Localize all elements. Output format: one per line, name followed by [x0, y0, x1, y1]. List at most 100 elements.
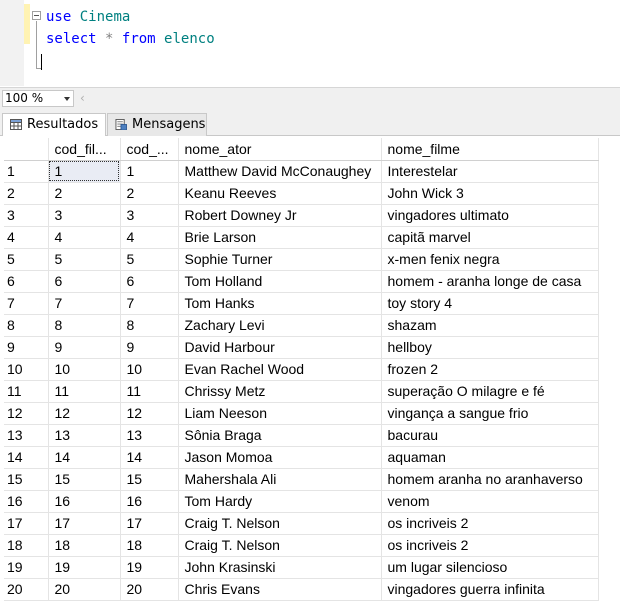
row-number[interactable]: 13 — [4, 424, 49, 447]
code-line-1[interactable]: use Cinema — [46, 8, 130, 26]
grid-cell[interactable]: Jason Momoa — [178, 446, 382, 469]
grid-cell[interactable]: 14 — [48, 446, 121, 469]
grid-cell[interactable]: 7 — [120, 292, 179, 315]
table-row[interactable]: 17 17 17 Craig T. Nelson os incriveis 2 — [4, 512, 599, 535]
table-row[interactable]: 14 14 14 Jason Momoa aquaman — [4, 446, 599, 469]
table-row[interactable]: 8 8 8 Zachary Levi shazam — [4, 314, 599, 337]
grid-cell[interactable]: 19 — [120, 556, 179, 579]
column-header[interactable]: nome_filme — [381, 138, 599, 161]
grid-cell[interactable]: bacurau — [381, 424, 599, 447]
grid-cell[interactable]: 20 — [120, 578, 179, 601]
grid-cell[interactable]: x-men fenix negra — [381, 248, 599, 271]
grid-cell[interactable]: Interestelar — [381, 160, 599, 183]
grid-cell[interactable]: Chrissy Metz — [178, 380, 382, 403]
table-row[interactable]: 6 6 6 Tom Holland homem - aranha longe de ca… — [4, 270, 599, 293]
grid-cell[interactable]: Zachary Levi — [178, 314, 382, 337]
code-line-2[interactable]: select * from elenco — [46, 30, 215, 48]
scroll-left-icon[interactable]: ‹ — [80, 91, 85, 106]
grid-cell[interactable]: Brie Larson — [178, 226, 382, 249]
table-row[interactable]: 13 13 13 Sônia Braga bacurau — [4, 424, 599, 447]
grid-cell[interactable]: 10 — [120, 358, 179, 381]
grid-cell[interactable]: 6 — [120, 270, 179, 293]
row-number[interactable]: 5 — [4, 248, 49, 271]
grid-cell[interactable]: Craig T. Nelson — [178, 534, 382, 557]
grid-corner[interactable] — [4, 138, 49, 161]
grid-cell[interactable]: 18 — [120, 534, 179, 557]
table-row[interactable]: 16 16 16 Tom Hardy venom — [4, 490, 599, 513]
grid-cell[interactable]: superação O milagre e fé — [381, 380, 599, 403]
grid-cell[interactable]: shazam — [381, 314, 599, 337]
grid-cell[interactable]: 20 — [48, 578, 121, 601]
grid-cell[interactable]: 5 — [120, 248, 179, 271]
grid-cell[interactable]: 9 — [120, 336, 179, 359]
row-number[interactable]: 18 — [4, 534, 49, 557]
grid-cell[interactable]: 11 — [120, 380, 179, 403]
grid-cell[interactable]: hellboy — [381, 336, 599, 359]
table-row[interactable]: 19 19 19 John Krasinski um lugar silencioso — [4, 556, 599, 579]
zoom-select[interactable]: 100 % — [2, 90, 74, 107]
grid-cell[interactable]: Craig T. Nelson — [178, 512, 382, 535]
grid-cell[interactable]: John Krasinski — [178, 556, 382, 579]
grid-cell[interactable]: frozen 2 — [381, 358, 599, 381]
grid-cell[interactable]: 17 — [48, 512, 121, 535]
column-header[interactable]: cod_fil... — [48, 138, 121, 161]
grid-cell[interactable]: toy story 4 — [381, 292, 599, 315]
grid-cell[interactable]: 4 — [48, 226, 121, 249]
grid-cell[interactable]: Sônia Braga — [178, 424, 382, 447]
grid-cell[interactable]: Liam Neeson — [178, 402, 382, 425]
grid-cell[interactable]: 12 — [120, 402, 179, 425]
column-header[interactable]: cod_... — [120, 138, 179, 161]
grid-cell[interactable]: vingadores guerra infinita — [381, 578, 599, 601]
grid-cell[interactable]: 8 — [120, 314, 179, 337]
table-row[interactable]: 12 12 12 Liam Neeson vingança a sangue frio — [4, 402, 599, 425]
grid-cell[interactable]: Tom Hardy — [178, 490, 382, 513]
grid-cell[interactable]: 1 — [48, 160, 121, 183]
grid-cell[interactable]: 11 — [48, 380, 121, 403]
grid-cell[interactable]: Robert Downey Jr — [178, 204, 382, 227]
grid-cell[interactable]: Mahershala Ali — [178, 468, 382, 491]
row-number[interactable]: 7 — [4, 292, 49, 315]
tab-resultados[interactable]: Resultados — [2, 113, 106, 136]
grid-cell[interactable]: 8 — [48, 314, 121, 337]
grid-cell[interactable]: 16 — [48, 490, 121, 513]
grid-cell[interactable]: venom — [381, 490, 599, 513]
grid-cell[interactable]: 14 — [120, 446, 179, 469]
row-number[interactable]: 6 — [4, 270, 49, 293]
grid-cell[interactable]: aquaman — [381, 446, 599, 469]
grid-cell[interactable]: Sophie Turner — [178, 248, 382, 271]
grid-cell[interactable]: Matthew David McConaughey — [178, 160, 382, 183]
row-number[interactable]: 1 — [4, 160, 49, 183]
grid-cell[interactable]: John Wick 3 — [381, 182, 599, 205]
grid-cell[interactable]: 13 — [48, 424, 121, 447]
grid-cell[interactable]: 7 — [48, 292, 121, 315]
grid-cell[interactable]: 10 — [48, 358, 121, 381]
grid-cell[interactable]: 2 — [120, 182, 179, 205]
row-number[interactable]: 17 — [4, 512, 49, 535]
grid-cell[interactable]: 17 — [120, 512, 179, 535]
table-row[interactable]: 18 18 18 Craig T. Nelson os incriveis 2 — [4, 534, 599, 557]
table-row[interactable]: 5 5 5 Sophie Turner x-men fenix negra — [4, 248, 599, 271]
grid-cell[interactable]: Evan Rachel Wood — [178, 358, 382, 381]
grid-cell[interactable]: David Harbour — [178, 336, 382, 359]
results-grid[interactable]: cod_fil... cod_... nome_ator nome_filme … — [4, 138, 599, 601]
row-number[interactable]: 10 — [4, 358, 49, 381]
grid-cell[interactable]: 12 — [48, 402, 121, 425]
grid-cell[interactable]: Tom Holland — [178, 270, 382, 293]
row-number[interactable]: 19 — [4, 556, 49, 579]
table-row[interactable]: 3 3 3 Robert Downey Jr vingadores ultimato — [4, 204, 599, 227]
grid-cell[interactable]: 4 — [120, 226, 179, 249]
row-number[interactable]: 9 — [4, 336, 49, 359]
grid-cell[interactable]: um lugar silencioso — [381, 556, 599, 579]
sql-editor[interactable]: use Cinema select * from elenco — [0, 0, 620, 86]
row-number[interactable]: 12 — [4, 402, 49, 425]
grid-cell[interactable]: os incriveis 2 — [381, 512, 599, 535]
table-row[interactable]: 7 7 7 Tom Hanks toy story 4 — [4, 292, 599, 315]
grid-cell[interactable]: Tom Hanks — [178, 292, 382, 315]
grid-cell[interactable]: 18 — [48, 534, 121, 557]
row-number[interactable]: 3 — [4, 204, 49, 227]
tab-mensagens[interactable]: Mensagens — [107, 113, 207, 136]
results-grid-container[interactable]: cod_fil... cod_... nome_ator nome_filme … — [4, 138, 620, 612]
grid-cell[interactable]: vingadores ultimato — [381, 204, 599, 227]
table-row[interactable]: 20 20 20 Chris Evans vingadores guerra infin… — [4, 578, 599, 601]
grid-cell[interactable]: 6 — [48, 270, 121, 293]
